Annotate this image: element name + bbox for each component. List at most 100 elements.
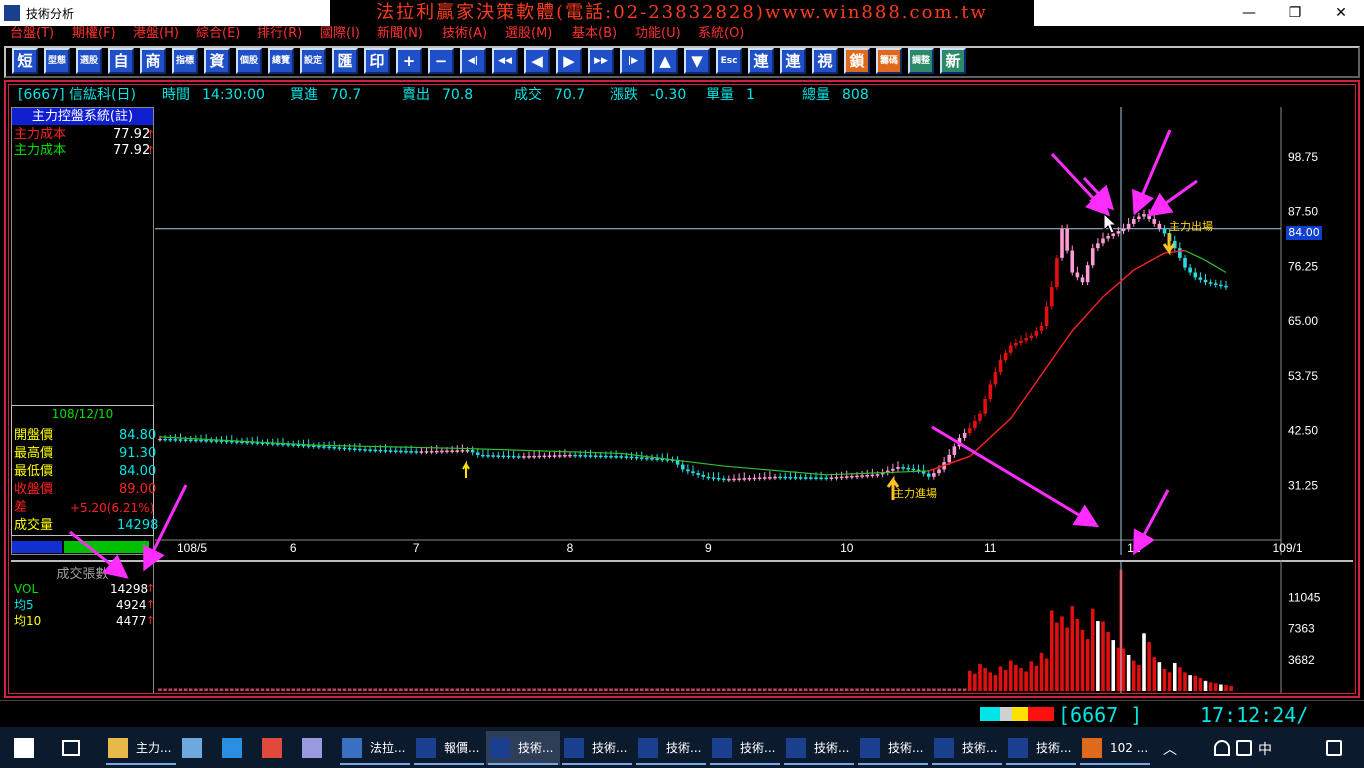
taskbar-item-paint[interactable] [298,731,338,765]
volume-bar [901,688,905,691]
candle-body [778,476,782,479]
ime-indicator[interactable]: 中 [1258,739,1272,759]
taskbar-item-chart[interactable]: 技術... [856,731,930,765]
volume-bar [311,688,316,691]
taskbar-item-chart[interactable]: 技術... [486,731,560,765]
candle-body [798,477,803,479]
notification-icon[interactable] [1326,740,1342,756]
taskbar-item-chart[interactable]: 技術... [634,731,708,765]
volume-bar [942,688,946,691]
taskbar-item-office[interactable]: 102 ... [1078,731,1152,765]
volume-bar [1029,661,1034,691]
signal-arrow-icon [462,460,470,478]
volume-bar [844,688,849,691]
chart-icon [416,738,436,758]
candle-body [629,456,634,459]
candle-body [322,446,326,448]
price-tick-label: 87.50 [1288,205,1318,219]
volume-bar [639,688,644,691]
stock-code-box[interactable]: [6667 ] [1058,704,1142,726]
volume-bar [783,688,788,691]
time-tick-label: 9 [705,541,712,555]
chart-icon [564,738,584,758]
candle-body [527,456,531,458]
volume-bar [1178,667,1182,691]
volume-bar [957,688,962,691]
volume-bar [880,688,885,691]
candle-body [445,450,449,453]
volume-bar [906,688,911,691]
volume-bar [388,688,393,691]
volume-bar [475,688,480,691]
taskbar-item-folder[interactable]: 主力... [104,731,178,765]
candle-body [450,450,454,452]
exit-arrow-icon [1162,233,1176,256]
candle-body [568,454,572,457]
volume-bar [865,688,870,691]
candle-body [870,474,875,477]
candle-body [937,469,941,474]
taskbar-item-chart[interactable]: 技術... [560,731,634,765]
chart-icon [860,738,880,758]
taskbar-item-chart[interactable]: 報價... [412,731,486,765]
tray-chevron-icon[interactable]: ︿ [1163,739,1177,759]
candle-body [168,438,173,441]
taskbar-item-app[interactable]: 法拉... [338,731,412,765]
candle-body [209,440,214,442]
volume-tick-label: 11045 [1288,590,1321,604]
taskbar-item-chart[interactable]: 技術... [930,731,1004,765]
exit-label: 主力出場 [1169,220,1213,233]
taskbar-item-computer[interactable] [178,731,218,765]
taskbar-underline [106,763,176,765]
volume-bar [875,688,880,691]
taskbar-item-chart[interactable]: 技術... [708,731,782,765]
volume-bar [332,688,337,691]
volume-bar [440,688,444,691]
candle-body [819,477,823,480]
candle-body [573,454,577,457]
volume-chart[interactable]: 11045 7363 3682 [0,560,1364,700]
time-tick-label: 10 [840,541,854,555]
candle-body [532,455,536,458]
candle-body [424,451,429,453]
chart-icon [490,738,510,758]
volume-bar [916,688,921,691]
candle-body [440,450,444,453]
price-chart[interactable]: 98.75 87.50 76.25 65.00 53.75 42.50 31.25 108/5… [0,0,1364,560]
candle-body [834,477,839,479]
candle-body [839,476,844,479]
taskbar-item-chrome[interactable] [258,731,298,765]
volume-bar [1049,610,1054,691]
taskbar-item-ie[interactable] [218,731,258,765]
speaker-icon[interactable] [1236,740,1252,756]
candle-body [998,360,1003,373]
volume-bar [537,688,542,691]
volume-bar [404,688,408,691]
volume-bar [1024,671,1028,691]
candle-body [1188,267,1192,273]
candle-body [1029,335,1034,339]
chart-icon [712,738,732,758]
volume-bar [850,688,854,691]
volume-bar [296,688,301,691]
volume-bar [911,688,916,691]
taskbar-item-label: 報價... [444,741,480,755]
candle-body [962,433,967,438]
candle-body [1224,285,1228,288]
taskbar-item-chart[interactable]: 技術... [1004,731,1078,765]
taskbar-item-chart[interactable]: 技術... [782,731,856,765]
volume-bar [276,688,280,691]
windows-start-icon[interactable] [14,738,34,758]
task-view-icon[interactable] [62,740,80,756]
chrome-icon [262,738,282,758]
candle-body [634,457,639,459]
volume-bar [501,688,506,691]
wifi-icon[interactable] [1214,740,1230,756]
volume-bar [532,688,536,691]
candle-body [1137,216,1141,219]
candle-body [732,478,736,481]
volume-bar [1203,680,1208,691]
volume-bar [286,688,290,691]
candle-body [388,450,393,452]
time-tick-label: 7 [413,541,420,555]
